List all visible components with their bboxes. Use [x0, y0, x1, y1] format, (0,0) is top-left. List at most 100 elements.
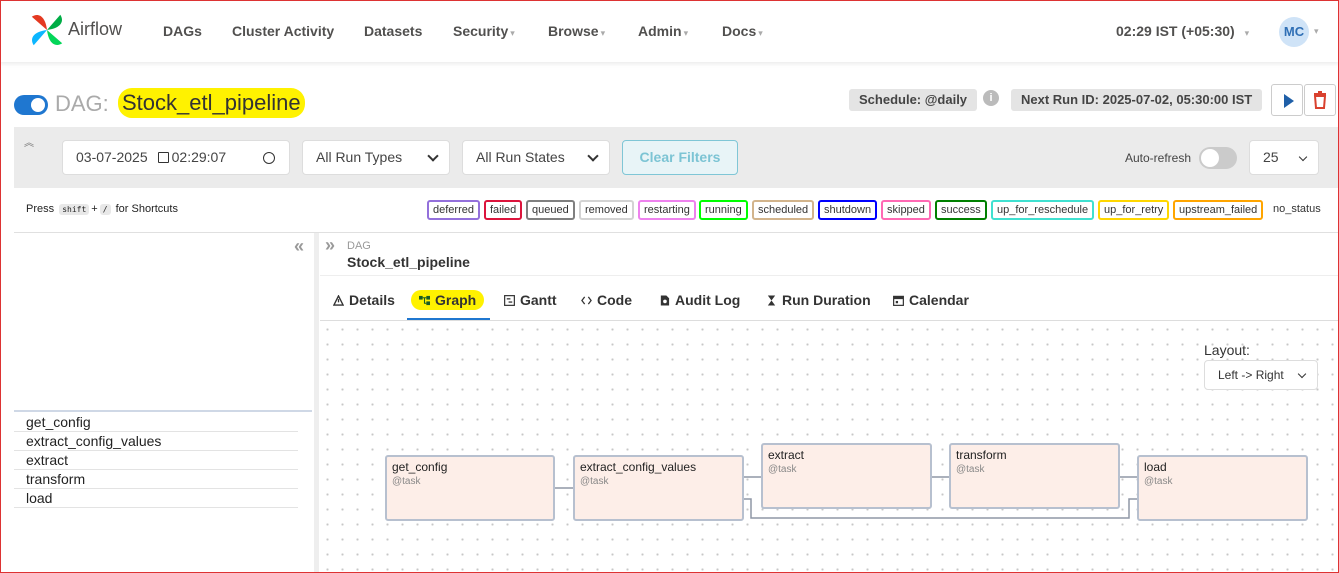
dag-title: Stock_etl_pipeline	[118, 88, 305, 118]
timezone-clock[interactable]: 02:29 IST (+05:30) ▾	[1116, 23, 1249, 39]
expand-grid-icon[interactable]: »	[325, 235, 335, 256]
layout-label: Layout:	[1204, 342, 1250, 358]
legend-shutdown[interactable]: shutdown	[818, 200, 878, 220]
graph-node-get-config[interactable]: get_config @task	[385, 455, 555, 521]
breadcrumb-dag-name[interactable]: Stock_etl_pipeline	[347, 254, 470, 270]
layout-select[interactable]: Left -> Right	[1204, 360, 1318, 390]
shortcuts-press: Press	[26, 203, 55, 215]
shift-key: shift	[59, 204, 90, 215]
delete-dag-button[interactable]	[1304, 84, 1336, 116]
legend-queued[interactable]: queued	[526, 200, 575, 220]
legend-no-status[interactable]: no_status	[1273, 203, 1321, 215]
nav-datasets[interactable]: Datasets	[364, 23, 422, 39]
hourglass-icon	[767, 295, 776, 306]
tab-code-label: Code	[597, 292, 632, 308]
legend-running[interactable]: running	[699, 200, 748, 220]
document-icon	[660, 295, 670, 306]
nav-docs-label: Docs	[722, 23, 757, 39]
task-row-load[interactable]: load	[14, 489, 298, 508]
legend-scheduled[interactable]: scheduled	[752, 200, 815, 220]
chevron-down-icon[interactable]: ▾	[1314, 26, 1319, 37]
airflow-logo-icon[interactable]	[28, 11, 66, 49]
tab-gantt[interactable]: Gantt	[504, 292, 557, 308]
calendar-icon[interactable]	[157, 152, 169, 163]
legend-restarting[interactable]: restarting	[638, 200, 696, 220]
brand-name[interactable]: Airflow	[68, 19, 122, 40]
tab-details[interactable]: Details	[333, 292, 395, 308]
code-icon	[581, 296, 592, 305]
user-avatar[interactable]: MC	[1279, 17, 1309, 47]
page-size-value: 25	[1263, 149, 1279, 165]
info-icon[interactable]: i	[983, 90, 999, 106]
nav-docs[interactable]: Docs ▾	[722, 23, 763, 39]
dag-title-prefix: DAG:	[55, 91, 109, 116]
legend-up-for-retry[interactable]: up_for_retry	[1098, 200, 1170, 220]
auto-refresh-toggle[interactable]	[1199, 147, 1237, 169]
chevron-down-icon	[427, 150, 439, 162]
chevron-down-icon: ▾	[683, 28, 689, 38]
trigger-dag-button[interactable]	[1271, 84, 1303, 116]
tab-code[interactable]: Code	[581, 292, 632, 308]
base-date-input[interactable]: 03-07-2025 02:29:07	[62, 140, 290, 175]
run-type-value: All Run Types	[316, 149, 403, 165]
node-name: extract	[768, 448, 805, 462]
dag-pause-toggle[interactable]	[14, 95, 48, 115]
graph-node-transform[interactable]: transform @task	[949, 443, 1120, 509]
task-row-get-config[interactable]: get_config	[14, 413, 298, 432]
gantt-icon	[504, 295, 515, 306]
schedule-badge: Schedule: @daily	[849, 89, 978, 111]
calendar-icon	[893, 295, 904, 306]
shortcuts-hint: Press shift + / for Shortcuts	[26, 203, 178, 215]
tab-graph[interactable]: Graph	[411, 290, 485, 310]
nav-browse[interactable]: Browse ▾	[548, 23, 605, 39]
trash-icon	[1313, 91, 1327, 109]
legend-upstream-failed[interactable]: upstream_failed	[1173, 200, 1264, 220]
time-value: 02:29:07	[171, 149, 227, 165]
clear-filters-button[interactable]: Clear Filters	[622, 140, 738, 175]
slash-key: /	[99, 204, 111, 215]
collapse-grid-icon[interactable]: «	[294, 236, 304, 257]
nav-cluster-activity[interactable]: Cluster Activity	[232, 23, 334, 39]
clock-icon[interactable]	[263, 152, 275, 164]
graph-node-extract[interactable]: extract @task	[761, 443, 932, 509]
nav-security[interactable]: Security ▾	[453, 23, 515, 39]
tab-details-label: Details	[349, 292, 395, 308]
shortcuts-suffix: for Shortcuts	[115, 203, 178, 215]
task-row-extract[interactable]: extract	[14, 451, 298, 470]
node-type: @task	[1144, 476, 1173, 487]
tab-audit-log[interactable]: Audit Log	[659, 292, 740, 308]
graph-node-extract-config-values[interactable]: extract_config_values @task	[573, 455, 744, 521]
legend-success[interactable]: success	[935, 200, 987, 220]
nav-admin-label: Admin	[638, 23, 682, 39]
nav-admin[interactable]: Admin ▾	[638, 23, 688, 39]
play-icon	[1284, 94, 1294, 108]
collapse-filter-icon[interactable]: ︽	[24, 134, 34, 149]
nav-dags[interactable]: DAGs	[163, 23, 202, 39]
tabs-bottom-border	[320, 320, 1339, 321]
graph-node-load[interactable]: load @task	[1137, 455, 1308, 521]
page-size-select[interactable]: 25	[1249, 140, 1319, 175]
breadcrumb-label: DAG	[347, 240, 371, 252]
legend-up-for-reschedule[interactable]: up_for_reschedule	[991, 200, 1095, 220]
tab-run-duration[interactable]: Run Duration	[766, 292, 871, 308]
node-name: transform	[956, 448, 1007, 462]
legend-failed[interactable]: failed	[484, 200, 523, 220]
node-name: get_config	[392, 460, 448, 474]
chevron-down-icon: ▾	[758, 28, 763, 38]
task-row-transform[interactable]: transform	[14, 470, 298, 489]
chevron-down-icon	[587, 150, 599, 162]
next-run-badge: Next Run ID: 2025-07-02, 05:30:00 IST	[1011, 89, 1263, 111]
run-type-select[interactable]: All Run Types	[302, 140, 450, 175]
layout-value: Left -> Right	[1218, 368, 1284, 382]
pane-resize-handle[interactable]	[314, 233, 319, 573]
node-type: @task	[392, 476, 421, 487]
task-row-extract-config-values[interactable]: extract_config_values	[14, 432, 298, 451]
legend-removed[interactable]: removed	[579, 200, 634, 220]
tab-gantt-label: Gantt	[520, 292, 557, 308]
tab-calendar[interactable]: Calendar	[893, 292, 969, 308]
legend-skipped[interactable]: skipped	[881, 200, 931, 220]
grid-run-bar	[14, 410, 312, 412]
legend-deferred[interactable]: deferred	[427, 200, 480, 220]
tab-graph-label: Graph	[435, 292, 477, 308]
run-state-select[interactable]: All Run States	[462, 140, 610, 175]
